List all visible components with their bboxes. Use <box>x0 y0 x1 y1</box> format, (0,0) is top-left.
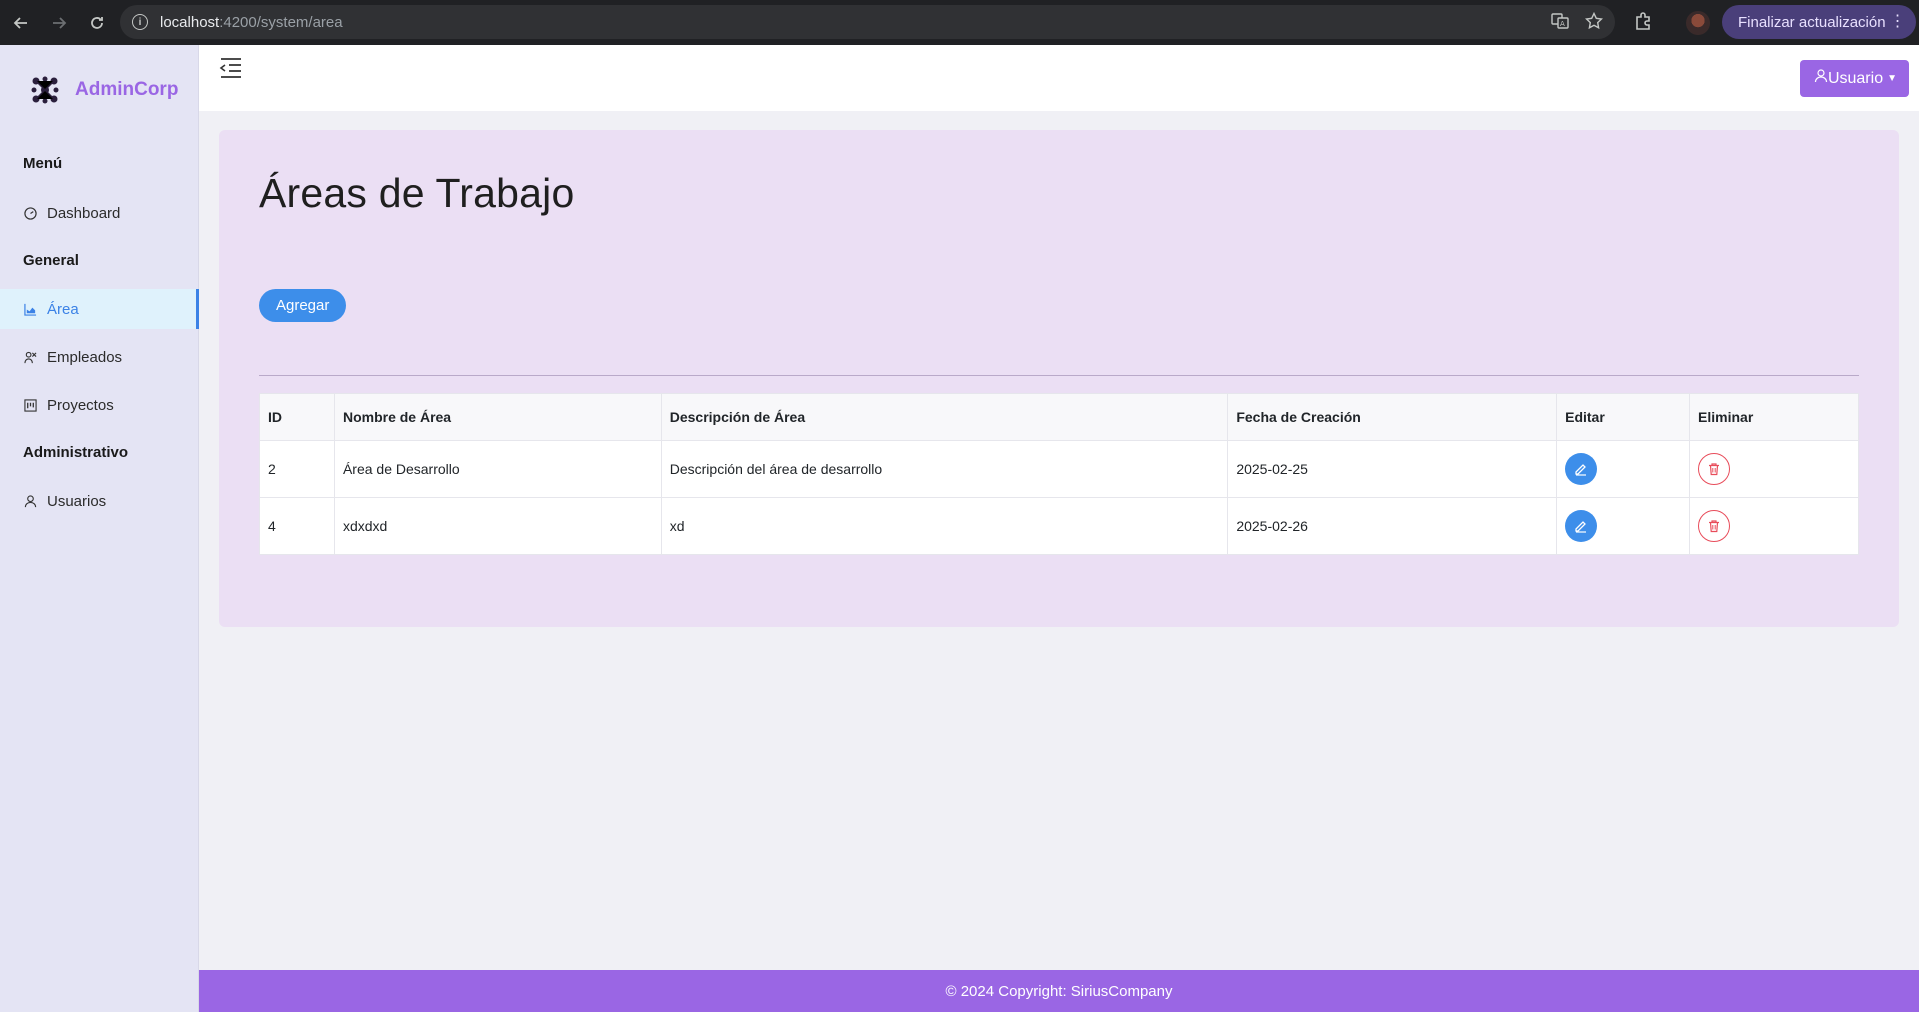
brand-name: AdminCorp <box>75 79 179 100</box>
pencil-icon <box>1575 521 1587 533</box>
add-button[interactable]: Agregar <box>259 289 347 322</box>
cell-edit <box>1556 497 1691 555</box>
url-host: localhost <box>160 13 220 31</box>
section-general: General <box>23 252 79 269</box>
sidebar-item-usuarios[interactable]: Usuarios <box>0 481 199 521</box>
url-text: localhost:4200/system/area <box>160 14 343 31</box>
sidebar-item-label: Área <box>47 300 79 318</box>
column-header-delete: Eliminar <box>1689 393 1859 441</box>
footer-copyright: © 2024 Copyright: SiriusCompany <box>945 982 1173 1000</box>
address-bar[interactable]: i localhost:4200/system/area A <box>120 5 1615 39</box>
sidebar-item-area[interactable]: Área <box>0 289 199 329</box>
gauge-icon <box>23 206 37 220</box>
sidebar-toggle-icon[interactable] <box>219 57 243 79</box>
sidebar: AdminCorp Menú Dashboard General Área Em… <box>0 45 199 1012</box>
edit-button[interactable] <box>1565 510 1598 542</box>
table-row: 2 Área de Desarrollo Descripción del áre… <box>259 440 1859 498</box>
profile-avatar[interactable] <box>1686 11 1710 35</box>
cell-name: Área de Desarrollo <box>333 440 662 498</box>
cell-name: xdxdxd <box>333 497 662 555</box>
user-menu-button[interactable]: Usuario ▼ <box>1799 60 1909 97</box>
cell-date: 2025-02-26 <box>1227 497 1558 555</box>
section-administrativo: Administrativo <box>23 444 129 461</box>
sidebar-item-empleados[interactable]: Empleados <box>0 337 199 377</box>
sidebar-item-label: Proyectos <box>47 396 114 414</box>
delete-button[interactable] <box>1698 510 1731 542</box>
column-header-edit: Editar <box>1556 393 1691 441</box>
user-menu-label: Usuario <box>1827 69 1884 87</box>
kanban-icon <box>23 398 37 412</box>
more-vertical-icon: ⋮ <box>1889 13 1906 30</box>
extensions-icon[interactable] <box>1633 10 1657 34</box>
cell-edit <box>1556 440 1691 498</box>
divider <box>259 375 1859 376</box>
cell-delete <box>1689 440 1859 498</box>
site-info-icon[interactable]: i <box>132 14 148 30</box>
url-path: :4200/system/area <box>219 13 343 31</box>
column-header-date[interactable]: Fecha de Creación <box>1227 393 1558 441</box>
area-chart-icon <box>23 302 37 316</box>
cell-description: xd <box>660 497 1229 555</box>
cell-id: 4 <box>259 497 335 555</box>
edit-button[interactable] <box>1565 453 1598 485</box>
trash-icon <box>1709 520 1720 533</box>
cell-delete <box>1689 497 1859 555</box>
table-header-row: ID Nombre de Área Descripción de Área Fe… <box>259 393 1859 441</box>
update-button[interactable]: Finalizar actualización ⋮ <box>1722 5 1916 39</box>
forward-icon[interactable] <box>42 6 76 40</box>
top-header: Usuario ▼ <box>199 45 1919 111</box>
column-header-description[interactable]: Descripción de Área <box>660 393 1229 441</box>
users-icon <box>23 350 37 364</box>
section-menu: Menú <box>23 155 63 172</box>
bookmark-star-icon[interactable] <box>1584 11 1604 35</box>
sidebar-item-dashboard[interactable]: Dashboard <box>0 193 199 233</box>
column-header-id[interactable]: ID <box>259 393 335 441</box>
column-header-name[interactable]: Nombre de Área <box>333 393 662 441</box>
caret-down-icon: ▼ <box>1887 73 1897 84</box>
cell-description: Descripción del área de desarrollo <box>660 440 1229 498</box>
sidebar-item-proyectos[interactable]: Proyectos <box>0 385 199 425</box>
sidebar-item-label: Usuarios <box>47 492 107 510</box>
brand[interactable]: AdminCorp <box>30 75 178 105</box>
table-row: 4 xdxdxd xd 2025-02-26 <box>259 497 1859 555</box>
update-label: Finalizar actualización <box>1738 13 1886 31</box>
sidebar-item-label: Empleados <box>47 348 123 366</box>
brand-logo-icon <box>31 76 59 104</box>
back-icon[interactable] <box>4 6 38 40</box>
cell-id: 2 <box>259 440 335 498</box>
svg-text:A: A <box>1560 20 1565 28</box>
user-icon <box>23 494 37 508</box>
pencil-icon <box>1575 464 1587 476</box>
areas-table: ID Nombre de Área Descripción de Área Fe… <box>259 393 1859 555</box>
areas-card: Áreas de Trabajo Agregar ID Nombre de Ár… <box>219 130 1899 627</box>
translate-icon[interactable]: A <box>1551 12 1569 35</box>
trash-icon <box>1709 463 1720 476</box>
sidebar-item-label: Dashboard <box>47 204 121 222</box>
browser-toolbar: i localhost:4200/system/area A Finalizar… <box>0 0 1919 45</box>
reload-icon[interactable] <box>80 6 114 40</box>
delete-button[interactable] <box>1698 453 1731 485</box>
user-icon <box>1814 69 1828 88</box>
cell-date: 2025-02-25 <box>1227 440 1558 498</box>
page-title: Áreas de Trabajo <box>259 170 575 216</box>
footer: © 2024 Copyright: SiriusCompany <box>199 970 1919 1012</box>
